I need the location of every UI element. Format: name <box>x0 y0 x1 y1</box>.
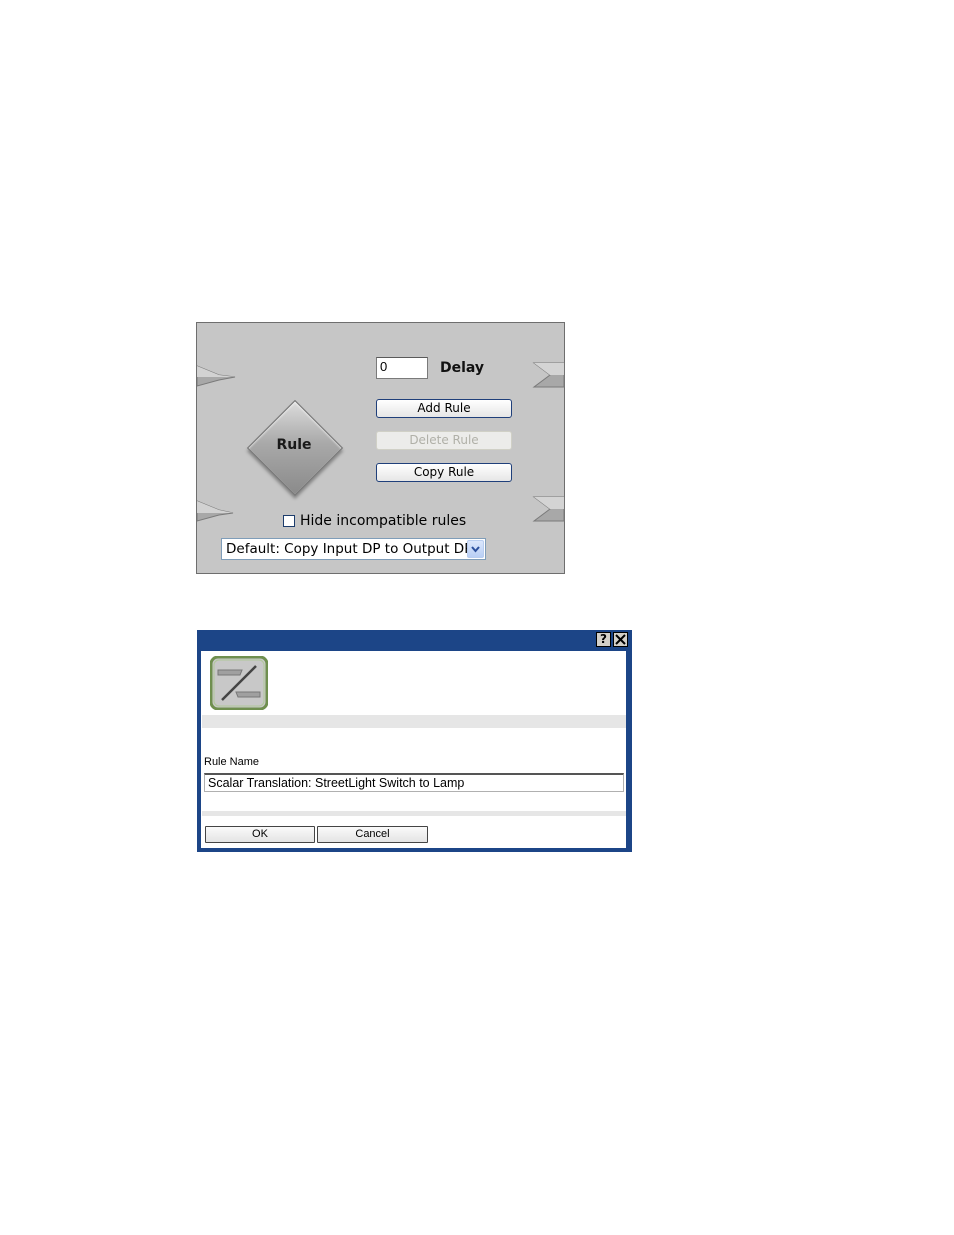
dropdown-arrow-button[interactable] <box>467 540 484 558</box>
hide-incompatible-checkbox[interactable] <box>283 515 295 527</box>
input-port-top-icon[interactable] <box>197 365 237 387</box>
rule-name-dialog: ? Rule Name Scalar Translation: StreetLi… <box>197 630 632 852</box>
delete-rule-button[interactable]: Delete Rule <box>376 431 512 450</box>
dialog-separator-bottom <box>202 811 626 816</box>
close-button[interactable] <box>613 632 628 647</box>
ok-button[interactable]: OK <box>205 826 315 843</box>
input-port-bottom-icon[interactable] <box>197 500 237 522</box>
rule-select-value: Default: Copy Input DP to Output DP <box>226 541 473 557</box>
dialog-separator <box>202 715 626 728</box>
dialog-body: Rule Name Scalar Translation: StreetLigh… <box>201 651 626 848</box>
close-icon <box>615 634 626 645</box>
output-port-bottom-icon[interactable] <box>532 495 566 523</box>
rule-block-diamond[interactable]: Rule <box>244 397 344 497</box>
delay-input[interactable]: 0 <box>376 357 428 379</box>
rule-select-dropdown[interactable]: Default: Copy Input DP to Output DP <box>221 538 486 560</box>
add-rule-button[interactable]: Add Rule <box>376 399 512 418</box>
rule-name-input[interactable]: Scalar Translation: StreetLight Switch t… <box>204 773 624 792</box>
delay-label: Delay <box>440 360 485 376</box>
copy-rule-button[interactable]: Copy Rule <box>376 463 512 482</box>
help-button[interactable]: ? <box>596 632 611 647</box>
rule-block-panel: Rule 0 Delay Add Rule Delete Rule Copy R… <box>196 322 565 574</box>
cancel-button[interactable]: Cancel <box>317 826 428 843</box>
rule-block-label: Rule <box>276 437 312 453</box>
hide-incompatible-label: Hide incompatible rules <box>300 513 467 529</box>
resize-grip[interactable] <box>624 844 632 852</box>
output-port-top-icon[interactable] <box>532 361 566 389</box>
rule-name-label: Rule Name <box>204 756 260 768</box>
rule-block-icon <box>210 656 268 710</box>
chevron-down-icon <box>471 546 480 553</box>
